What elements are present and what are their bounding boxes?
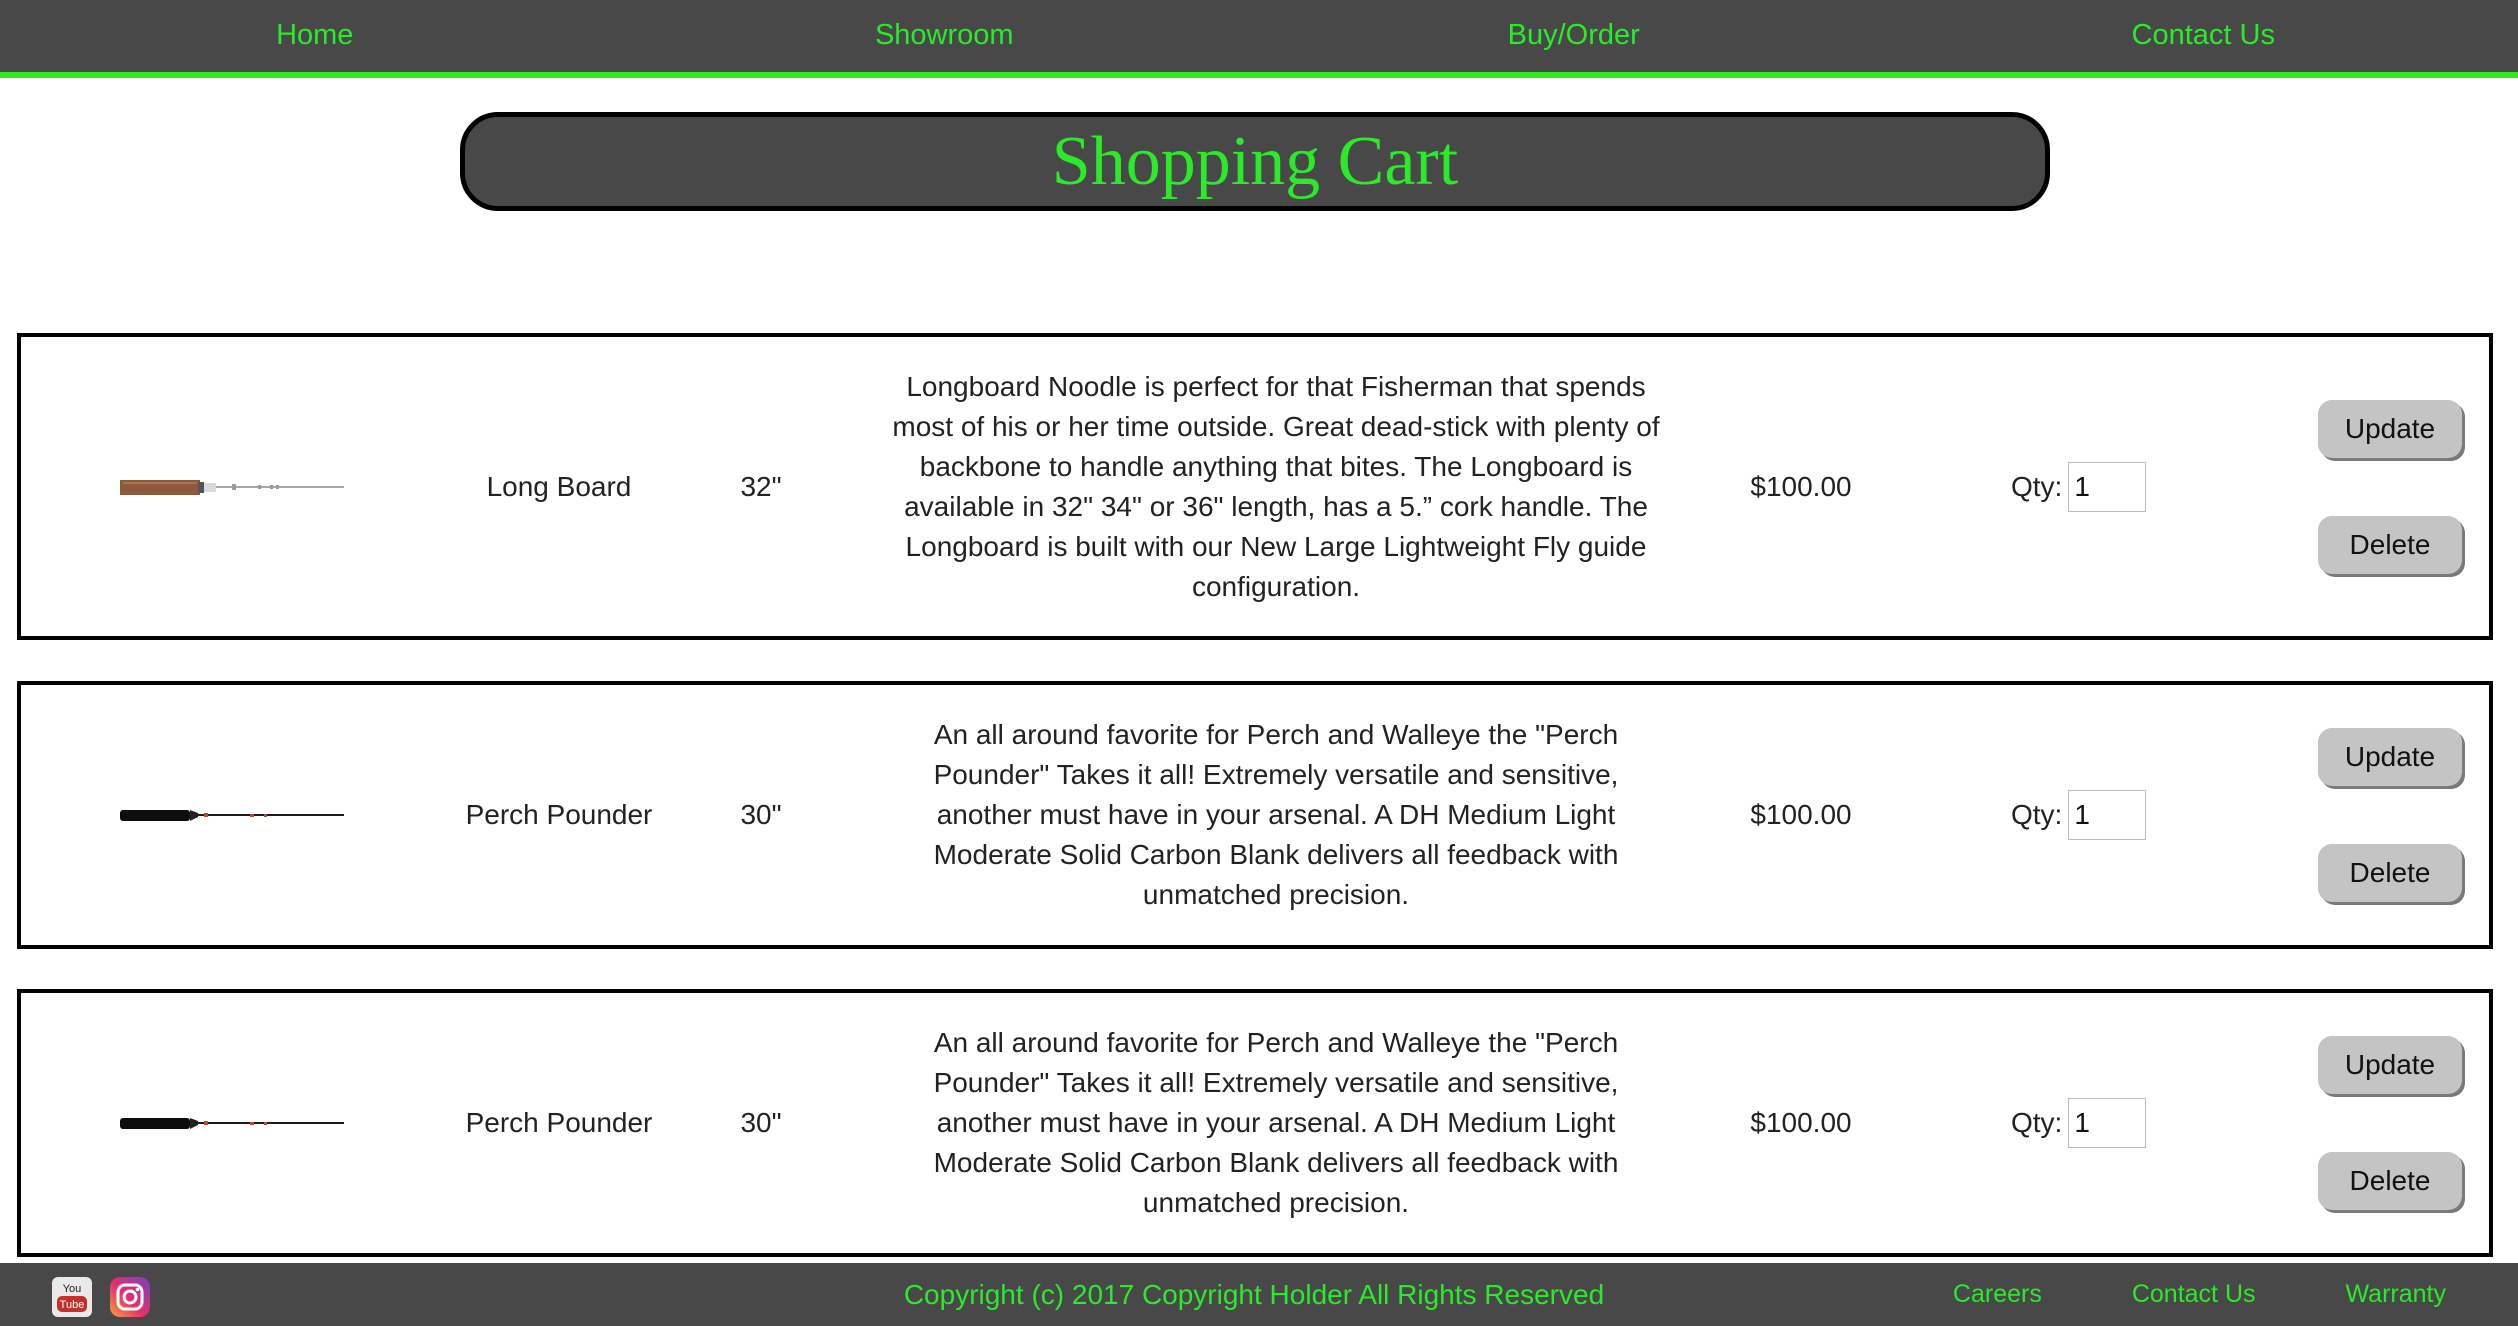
row-actions: Update Delete bbox=[2318, 728, 2466, 902]
qty-label: Qty: bbox=[2011, 799, 2063, 830]
page-title-banner: Shopping Cart bbox=[460, 112, 2050, 211]
svg-text:You: You bbox=[63, 1283, 82, 1295]
footer-links: Careers Contact Us Warranty bbox=[1863, 1263, 2518, 1326]
nav-buy-order-link[interactable]: Buy/Order bbox=[1259, 0, 1889, 72]
update-button[interactable]: Update bbox=[2318, 1036, 2462, 1094]
quantity-group: Qty: bbox=[2011, 790, 2211, 840]
cart-item-row: Long Board 32" Longboard Noodle is perfe… bbox=[17, 333, 2493, 640]
product-price: $100.00 bbox=[1750, 799, 1852, 830]
product-price: $100.00 bbox=[1750, 1107, 1852, 1138]
product-name: Long Board bbox=[486, 470, 632, 502]
qty-input[interactable] bbox=[2068, 1098, 2147, 1148]
footer-warranty-link[interactable]: Warranty bbox=[2346, 1263, 2446, 1326]
black-handle-rod-icon bbox=[120, 1103, 344, 1143]
quantity-group: Qty: bbox=[2011, 461, 2211, 512]
qty-label: Qty: bbox=[2011, 1107, 2063, 1138]
product-name: Perch Pounder bbox=[465, 1107, 653, 1138]
row-actions: Update Delete bbox=[2318, 1036, 2466, 1210]
product-description: An all around favorite for Perch and Wal… bbox=[933, 719, 1619, 910]
qty-label: Qty: bbox=[2011, 470, 2063, 502]
delete-button[interactable]: Delete bbox=[2318, 1152, 2462, 1210]
youtube-icon[interactable]: You Tube bbox=[52, 1277, 92, 1317]
cork-handle-rod-icon bbox=[120, 467, 344, 507]
product-price: $100.00 bbox=[1750, 470, 1852, 502]
qty-input[interactable] bbox=[2068, 461, 2147, 512]
update-button[interactable]: Update bbox=[2318, 399, 2462, 458]
delete-button[interactable]: Delete bbox=[2318, 515, 2462, 574]
product-length: 30" bbox=[740, 799, 782, 830]
instagram-icon[interactable] bbox=[110, 1277, 150, 1317]
page-title: Shopping Cart bbox=[1051, 122, 1459, 200]
footer: You Tube Copyright (c) 2017 Copyright Ho… bbox=[0, 1263, 2518, 1326]
social-links: You Tube bbox=[52, 1277, 150, 1317]
product-name: Perch Pounder bbox=[465, 799, 653, 830]
update-button[interactable]: Update bbox=[2318, 728, 2462, 786]
nav-contact-us-link[interactable]: Contact Us bbox=[1889, 0, 2518, 72]
footer-careers-link[interactable]: Careers bbox=[1953, 1263, 2042, 1326]
cart-item-row: Perch Pounder 30" An all around favorite… bbox=[17, 989, 2493, 1257]
product-description: An all around favorite for Perch and Wal… bbox=[933, 1027, 1619, 1218]
top-nav: Home Showroom Buy/Order Contact Us bbox=[0, 0, 2518, 78]
quantity-group: Qty: bbox=[2011, 1098, 2211, 1148]
product-length: 32" bbox=[740, 470, 782, 502]
copyright-text: Copyright (c) 2017 Copyright Holder All … bbox=[903, 1279, 1605, 1310]
qty-input[interactable] bbox=[2068, 790, 2147, 840]
nav-home-link[interactable]: Home bbox=[0, 0, 630, 72]
nav-showroom-link[interactable]: Showroom bbox=[630, 0, 1260, 72]
svg-text:Tube: Tube bbox=[60, 1299, 85, 1311]
footer-contact-us-link[interactable]: Contact Us bbox=[2132, 1263, 2256, 1326]
delete-button[interactable]: Delete bbox=[2318, 844, 2462, 902]
cart-item-row: Perch Pounder 30" An all around favorite… bbox=[17, 681, 2493, 949]
product-description: Longboard Noodle is perfect for that Fis… bbox=[892, 370, 1660, 602]
row-actions: Update Delete bbox=[2318, 399, 2466, 574]
black-handle-rod-icon bbox=[120, 795, 344, 835]
product-length: 30" bbox=[740, 1107, 782, 1138]
